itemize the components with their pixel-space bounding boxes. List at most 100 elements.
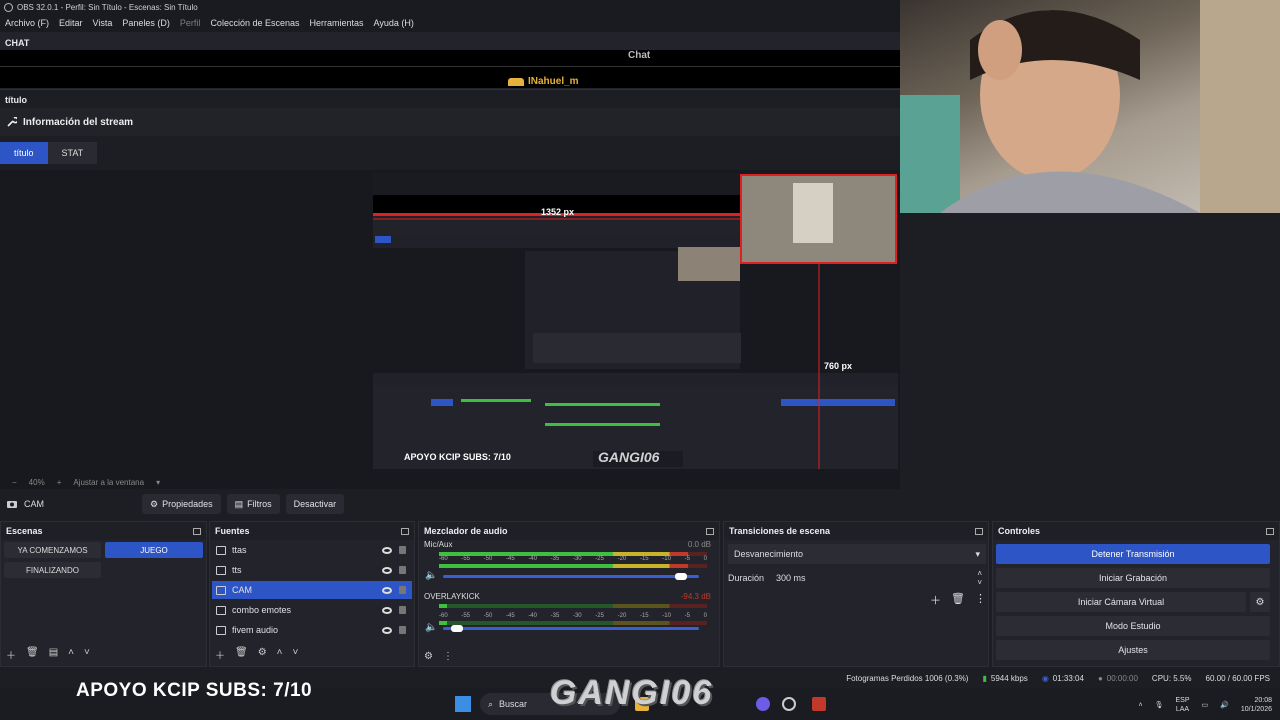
- gear-icon[interactable]: ⚙: [258, 647, 267, 662]
- source-row-selected[interactable]: CAM: [212, 581, 412, 599]
- start-virtual-camera-button[interactable]: Iniciar Cámara Virtual: [996, 592, 1246, 612]
- deactivate-button[interactable]: Desactivar: [285, 494, 345, 514]
- lock-icon[interactable]: [399, 586, 406, 594]
- eye-icon[interactable]: [382, 546, 392, 554]
- transition-selected: Desvanecimiento: [734, 549, 804, 559]
- volume-meter: [439, 604, 707, 608]
- duration-input[interactable]: 300 ms ˄ ˅: [772, 568, 986, 588]
- eye-icon[interactable]: [382, 606, 392, 614]
- source-row[interactable]: fivem audio: [212, 621, 412, 639]
- scene-finalizando[interactable]: FINALIZANDO: [4, 562, 101, 578]
- add-icon[interactable]: ＋: [6, 647, 16, 662]
- crown-icon: [508, 77, 524, 86]
- volume-icon[interactable]: 🔊: [1220, 701, 1229, 709]
- scene-juego[interactable]: JUEGO: [105, 542, 203, 558]
- add-icon[interactable]: ＋: [930, 592, 941, 608]
- chevron-up-icon[interactable]: ˄: [277, 647, 283, 662]
- lock-icon[interactable]: [399, 606, 406, 614]
- speaker-icon[interactable]: 🔈: [425, 570, 437, 581]
- trash-icon[interactable]: 🗑: [951, 592, 965, 608]
- stream-info-title: Información del stream: [23, 116, 134, 128]
- meter-tick-label: -35: [550, 556, 560, 562]
- studio-mode-button[interactable]: Modo Estudio: [996, 616, 1270, 636]
- menu-dots-icon[interactable]: ⋮: [443, 651, 453, 662]
- chat-username: INahuel_m: [528, 76, 579, 87]
- undock-icon[interactable]: [1266, 527, 1274, 535]
- app-taskbar-icon[interactable]: [812, 697, 826, 711]
- titulo-dock-title: título: [5, 95, 27, 105]
- fader-knob[interactable]: [450, 625, 463, 632]
- stepper-icon[interactable]: ˄ ˅: [977, 569, 982, 587]
- meter-tick-label: -55: [461, 613, 470, 619]
- add-icon[interactable]: ＋: [215, 647, 225, 662]
- advanced-audio-icon[interactable]: ⚙: [424, 651, 433, 662]
- tab-titulo[interactable]: título: [0, 142, 48, 164]
- settings-button[interactable]: Ajustes: [996, 640, 1270, 660]
- menu-dots-icon[interactable]: ⋮: [975, 592, 986, 608]
- trash-icon[interactable]: 🗑: [26, 647, 39, 662]
- chat-dock: CHAT Chat INahuel_m: [0, 32, 900, 90]
- eye-icon[interactable]: [382, 586, 392, 594]
- mixer-title: Mezclador de audio: [424, 526, 508, 536]
- properties-button[interactable]: ⚙ Propiedades: [142, 494, 221, 514]
- menu-archivo[interactable]: Archivo (F): [5, 18, 49, 28]
- chevron-up-icon[interactable]: ˄: [1139, 702, 1143, 709]
- obs-taskbar-icon[interactable]: [782, 697, 796, 711]
- zoom-level: 40%: [28, 477, 45, 487]
- lock-icon[interactable]: [399, 546, 406, 554]
- undock-icon[interactable]: [975, 527, 983, 535]
- fps-value: 60.00 / 60.00 FPS: [1205, 673, 1271, 683]
- menu-vista[interactable]: Vista: [93, 18, 113, 28]
- window-titlebar: OBS 32.0.1 - Perfil: Sin Título - Escena…: [0, 0, 900, 14]
- source-type-icon: [216, 605, 226, 615]
- zoom-out-button[interactable]: −: [12, 478, 17, 487]
- chevron-down-icon[interactable]: ▾: [156, 478, 160, 487]
- volume-fader[interactable]: [443, 575, 699, 578]
- record-icon: ●: [1097, 673, 1103, 683]
- undock-icon[interactable]: [193, 527, 201, 535]
- virtual-camera-settings-button[interactable]: ⚙: [1250, 592, 1270, 612]
- start-recording-button[interactable]: Iniciar Grabación: [996, 568, 1270, 588]
- trash-icon[interactable]: 🗑: [235, 647, 248, 662]
- program-preview[interactable]: 1352 px 760 px APOYO KCIP SUBS: 7/10 GAN…: [373, 173, 898, 469]
- source-row[interactable]: tts: [212, 561, 412, 579]
- scene-ya-comenzamos[interactable]: YA COMENZAMOS: [4, 542, 101, 558]
- source-row[interactable]: ttas: [212, 541, 412, 559]
- source-label: tts: [232, 565, 242, 575]
- chevron-up-icon[interactable]: ˄: [68, 647, 74, 662]
- clock[interactable]: 20:08 10/1/2026: [1241, 696, 1272, 714]
- chevron-down-icon[interactable]: ˅: [293, 647, 299, 662]
- menu-coleccion-escenas[interactable]: Colección de Escenas: [210, 18, 299, 28]
- microphone-icon[interactable]: 🎙: [1155, 701, 1164, 709]
- menu-paneles[interactable]: Paneles (D): [122, 18, 170, 28]
- chevron-down-icon[interactable]: ˅: [84, 647, 90, 662]
- fader-knob[interactable]: [675, 573, 688, 580]
- discord-icon[interactable]: [756, 697, 770, 711]
- source-row[interactable]: combo emotes: [212, 601, 412, 619]
- filters-button[interactable]: ▤ Filtros: [226, 494, 280, 514]
- stop-streaming-button[interactable]: Detener Transmisión: [996, 544, 1270, 564]
- chat-message: INahuel_m: [508, 76, 579, 87]
- volume-fader[interactable]: [443, 627, 699, 630]
- eye-icon[interactable]: [382, 626, 392, 634]
- filter-icon[interactable]: ▤: [49, 647, 58, 662]
- language-indicator[interactable]: ESP LAA: [1175, 696, 1189, 714]
- undock-icon[interactable]: [706, 527, 714, 535]
- menu-ayuda[interactable]: Ayuda (H): [374, 18, 414, 28]
- menu-herramientas[interactable]: Herramientas: [310, 18, 364, 28]
- chat-browser[interactable]: Chat INahuel_m: [0, 50, 900, 88]
- eye-icon[interactable]: [382, 566, 392, 574]
- windows-start-icon[interactable]: [455, 696, 471, 712]
- lock-icon[interactable]: [399, 566, 406, 574]
- zoom-fit-select[interactable]: Ajustar a la ventana: [73, 478, 144, 487]
- zoom-in-button[interactable]: +: [57, 478, 62, 487]
- system-tray: ˄ 🎙 ESP LAA ▭ 🔊 20:08 10/1/2026: [1139, 696, 1273, 714]
- tab-stat[interactable]: STAT: [47, 142, 98, 164]
- undock-icon[interactable]: [401, 527, 409, 535]
- menu-editar[interactable]: Editar: [59, 18, 83, 28]
- menu-perfil[interactable]: Perfil: [180, 18, 201, 28]
- lock-icon[interactable]: [399, 626, 406, 634]
- network-icon[interactable]: ▭: [1202, 701, 1209, 709]
- speaker-icon[interactable]: 🔈: [425, 622, 437, 633]
- transition-select[interactable]: Desvanecimiento ▾: [728, 544, 986, 564]
